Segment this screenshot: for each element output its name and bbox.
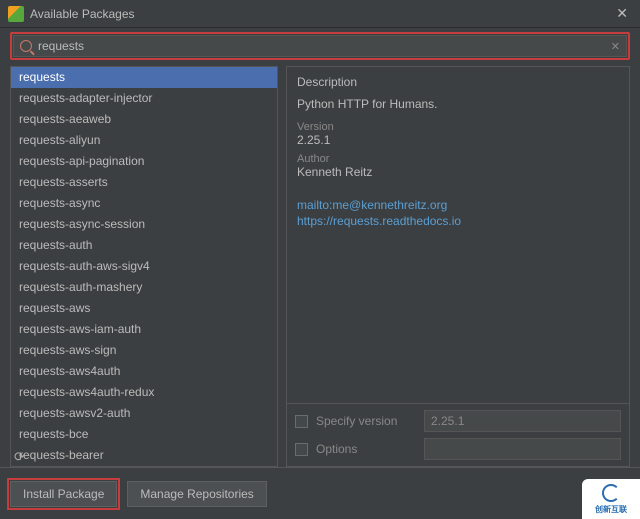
search-highlight: ✕ [10,32,630,60]
install-package-label: Install Package [23,487,104,501]
description-text: Python HTTP for Humans. [297,97,619,111]
author-label: Author [297,153,619,165]
options-label: Options [316,442,416,456]
specify-version-checkbox[interactable] [295,415,308,428]
mailto-link[interactable]: mailto:me@kennethreitz.org [297,197,619,213]
version-value: 2.25.1 [297,133,619,147]
package-item[interactable]: requests-auth [11,235,277,256]
watermark-logo: 创新互联 [582,479,640,519]
version-label: Version [297,121,619,133]
package-item[interactable]: requests-auth-aws-sigv4 [11,256,277,277]
refresh-icon[interactable]: ⟳ [14,449,25,465]
app-icon [8,6,24,22]
package-item[interactable]: requests-api-pagination [11,151,277,172]
package-item[interactable]: requests-aliyun [11,130,277,151]
package-item[interactable]: requests-awsv2-auth [11,403,277,424]
package-item[interactable]: requests-async-session [11,214,277,235]
package-item[interactable]: requests-aws4auth-redux [11,382,277,403]
options-input[interactable] [424,438,621,460]
install-package-button[interactable]: Install Package [10,481,117,507]
package-item[interactable]: requests-auth-mashery [11,277,277,298]
package-item[interactable]: requests-bearer [11,445,277,466]
dialog-title: Available Packages [30,7,606,21]
package-list[interactable]: requestsrequests-adapter-injectorrequest… [10,66,278,467]
specify-version-label: Specify version [316,414,416,428]
package-item[interactable]: requests-aeaweb [11,109,277,130]
manage-repositories-label: Manage Repositories [140,487,253,501]
package-item[interactable]: requests-aws-sign [11,340,277,361]
package-item[interactable]: requests-asserts [11,172,277,193]
description-heading: Description [297,75,619,89]
close-icon[interactable]: ✕ [612,5,632,22]
package-item[interactable]: requests [11,67,277,88]
options-checkbox[interactable] [295,443,308,456]
docs-link[interactable]: https://requests.readthedocs.io [297,213,619,229]
package-item[interactable]: requests-adapter-injector [11,88,277,109]
package-item[interactable]: requests-aws [11,298,277,319]
search-icon [20,40,32,52]
author-value: Kenneth Reitz [297,165,619,179]
watermark-text: 创新互联 [595,504,627,515]
package-item[interactable]: requests-aws4auth [11,361,277,382]
search-input[interactable] [38,39,605,53]
detail-panel: Description Python HTTP for Humans. Vers… [286,66,630,467]
package-item[interactable]: requests-async [11,193,277,214]
specify-version-input[interactable] [424,410,621,432]
package-item[interactable]: requests-aws-iam-auth [11,319,277,340]
manage-repositories-button[interactable]: Manage Repositories [127,481,266,507]
package-item[interactable]: requests-bce [11,424,277,445]
clear-search-icon[interactable]: ✕ [611,40,620,53]
